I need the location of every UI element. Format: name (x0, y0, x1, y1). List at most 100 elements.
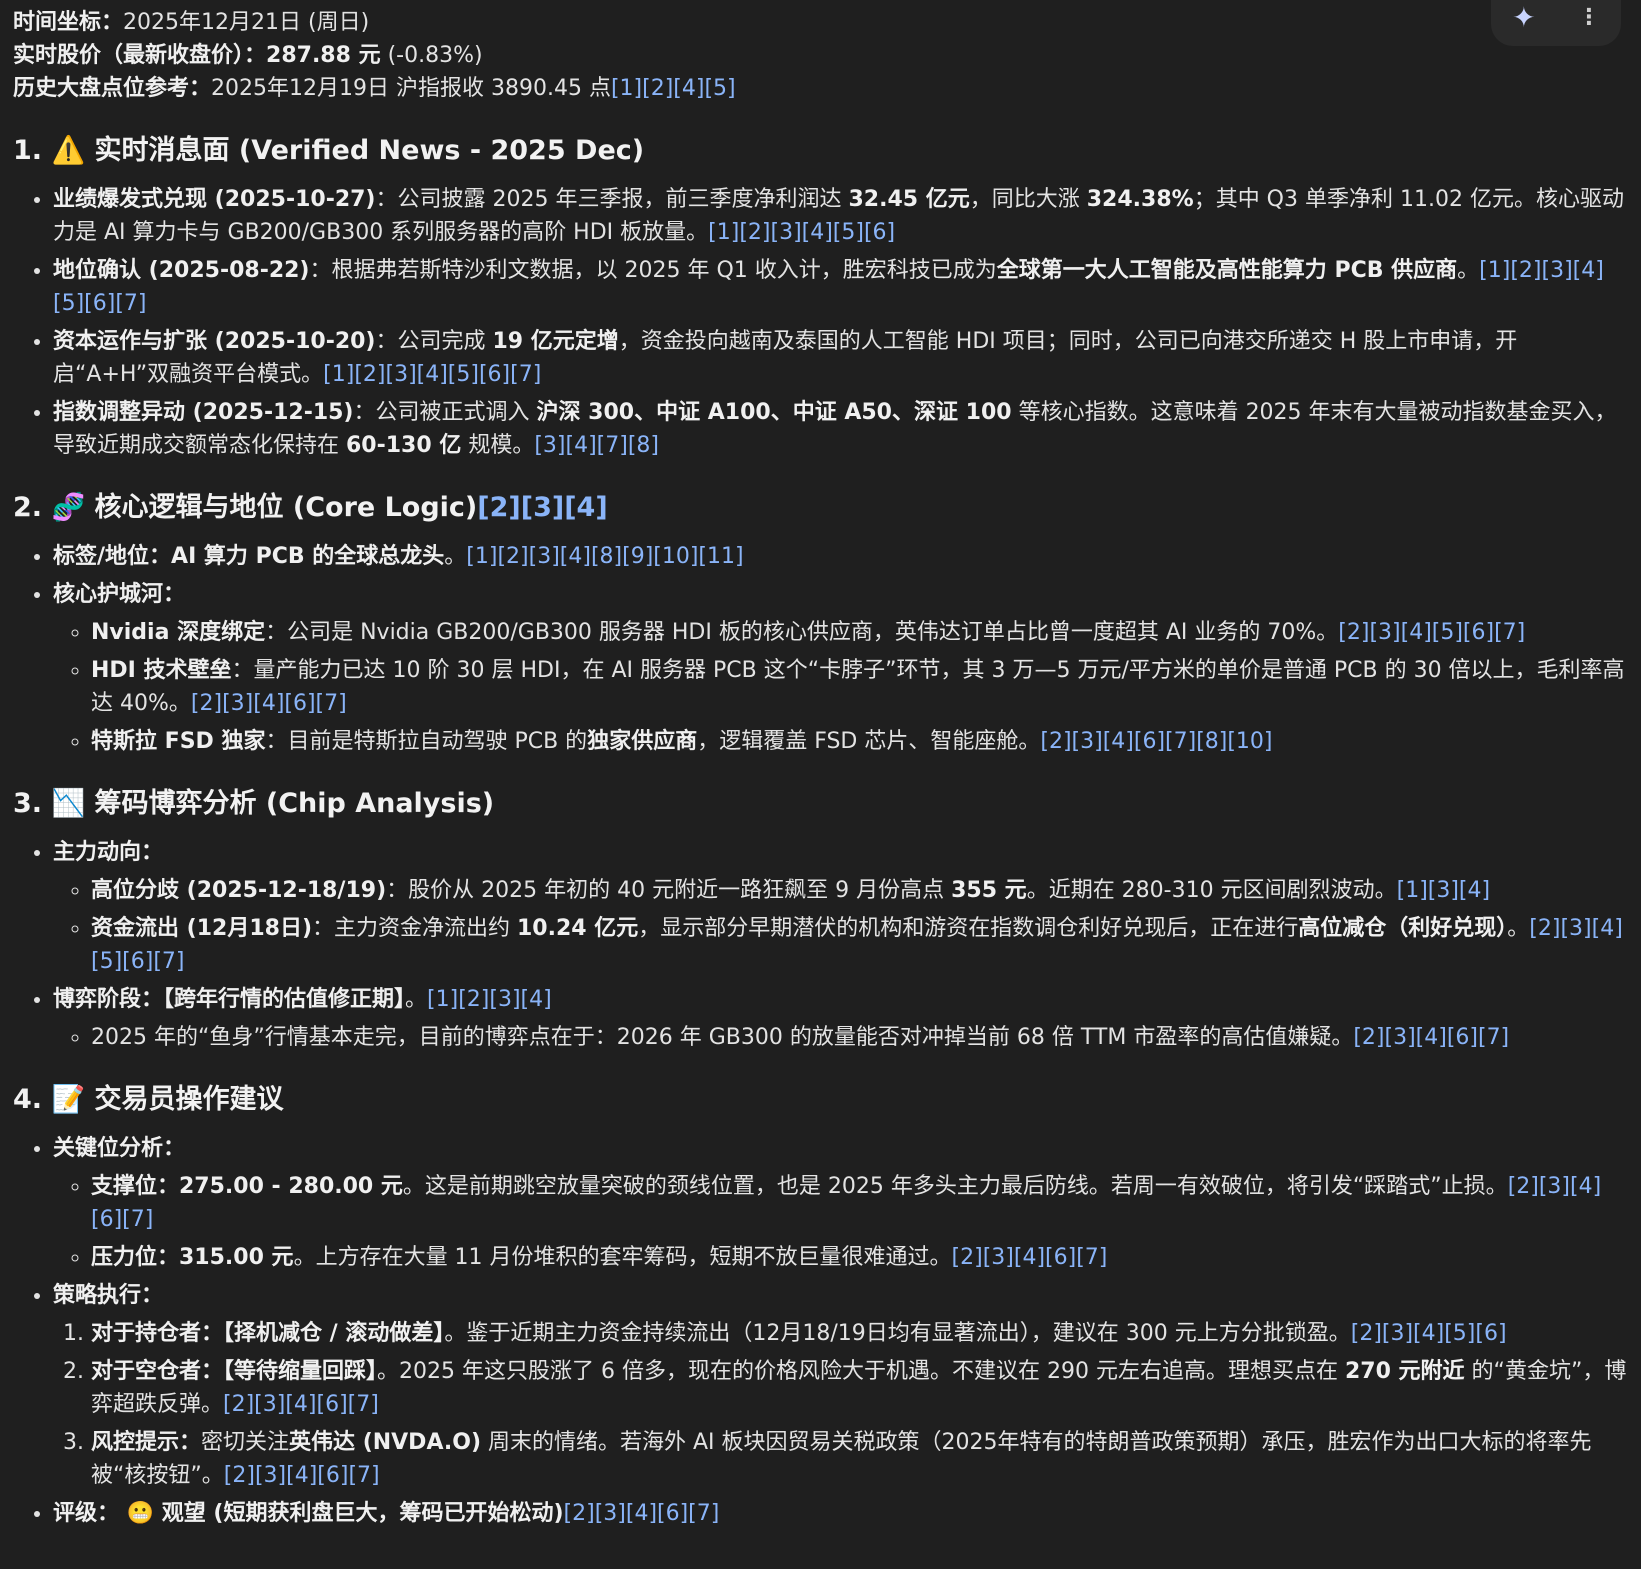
item-title: 资金流出 (12月18日) (91, 916, 312, 941)
main-force-sublist: 高位分歧 (2025-12-18/19)：股价从 2025 年初的 40 元附近… (53, 874, 1627, 978)
list-item: 标签/地位：AI 算力 PCB 的全球总龙头。[1][2][3][4][8][9… (53, 540, 1627, 573)
citation-links[interactable]: [1][2][3][4][5][6][7] (323, 362, 541, 387)
list-item: 资本运作与扩张 (2025-10-20)：公司完成 19 亿元定增，资金投向越南… (53, 325, 1627, 391)
citation-links[interactable]: [2][3][4][6][7] (224, 1463, 380, 1488)
list-item: 业绩爆发式兑现 (2025-10-27)：公司披露 2025 年三季报，前三季度… (53, 183, 1627, 249)
citation-links[interactable]: [2][3][4][6][7] (191, 691, 347, 716)
section-heading-news: 1. ⚠️ 实时消息面 (Verified News - 2025 Dec) (13, 135, 645, 166)
citation-links[interactable]: [2][3][4][6][7] (1353, 1025, 1509, 1050)
item-text: ：目前是特斯拉自动驾驶 PCB 的 (265, 729, 588, 754)
time-line: 时间坐标：2025年12月21日 (周日) (13, 6, 1627, 39)
item-text: ：主力资金净流出约 (312, 916, 517, 941)
list-item: 地位确认 (2025-08-22)：根据弗若斯特沙利文数据，以 2025 年 Q… (53, 254, 1627, 320)
list-item: 策略执行： 对于持仓者：【择机减仓 / 滚动做差】。鉴于近期主力资金持续流出（1… (53, 1279, 1627, 1492)
list-item: 资金流出 (12月18日)：主力资金净流出约 10.24 亿元，显示部分早期潜伏… (91, 912, 1627, 978)
grimace-emoji-icon: 😬 (126, 1501, 155, 1526)
list-item: 特斯拉 FSD 独家：目前是特斯拉自动驾驶 PCB 的独家供应商，逻辑覆盖 FS… (91, 725, 1627, 758)
price-line: 实时股价（最新收盘价）：287.88 元 (-0.83%) (13, 39, 1627, 72)
item-bold: 沪深 300、中证 A100、中证 A50、深证 100 (536, 400, 1012, 425)
item-text: ，同比大涨 (969, 187, 1087, 212)
item-title: 资本运作与扩张 (2025-10-20) (53, 329, 376, 354)
citation-links[interactable]: [2][3][4][5][6][7] (1338, 620, 1525, 645)
item-bold: 32.45 亿元 (848, 187, 970, 212)
item-title: 对于持仓者：【择机减仓 / 滚动做差】 (91, 1321, 445, 1346)
citation-links[interactable]: [1][2][3][4] (427, 987, 552, 1012)
core-logic-list: 标签/地位：AI 算力 PCB 的全球总龙头。[1][2][3][4][8][9… (13, 540, 1627, 758)
list-item: 指数调整异动 (2025-12-15)：公司被正式调入 沪深 300、中证 A1… (53, 396, 1627, 462)
item-text: ：公司完成 (375, 329, 493, 354)
list-item: 风控提示：密切关注英伟达 (NVDA.O) 周末的情绪。若海外 AI 板块因贸易… (91, 1426, 1627, 1492)
item-title: HDI 技术壁垒 (91, 658, 232, 683)
item-text: 。上方存在大量 11 月份堆积的套牢筹码，短期不放巨量很难通过。 (293, 1245, 952, 1270)
citation-links[interactable]: [2][3][4][5][6] (1351, 1321, 1507, 1346)
item-title: 地位确认 (2025-08-22) (53, 258, 310, 283)
time-label: 时间坐标： (13, 10, 124, 35)
item-bold: 60-130 亿 (346, 433, 462, 458)
item-title: 对于空仓者：【等待缩量回踩】 (91, 1359, 378, 1384)
response-toolbar: ✦ ⋮ (1491, 0, 1621, 46)
news-list: 业绩爆发式兑现 (2025-10-27)：公司披露 2025 年三季报，前三季度… (13, 183, 1627, 462)
item-title: 业绩爆发式兑现 (2025-10-27) (53, 187, 376, 212)
list-item: 对于空仓者：【等待缩量回踩】。2025 年这只股涨了 6 倍多，现在的价格风险大… (91, 1355, 1627, 1421)
index-label: 历史大盘点位参考： (13, 76, 212, 101)
time-value: 2025年12月21日 (周日) (123, 10, 370, 35)
item-text: ： (141, 840, 164, 865)
citation-links[interactable]: [2][3][4][6][7][8][10] (1040, 729, 1272, 754)
citation-links[interactable]: [1][2][3][4][8][9][10][11] (466, 544, 743, 569)
item-bold: 324.38% (1086, 187, 1194, 212)
item-bold: 全球第一大人工智能及高性能算力 PCB 供应商 (996, 258, 1458, 283)
item-text: ，显示部分早期潜伏的机构和游资在指数调仓利好兑现后，正在进行 (638, 916, 1299, 941)
item-text: 。 (405, 987, 428, 1012)
citation-links[interactable]: [2][3][4][6][7] (952, 1245, 1108, 1270)
item-text: ：公司被正式调入 (353, 400, 537, 425)
item-text: ： (97, 1501, 127, 1526)
trader-advice-list: 关键位分析： 支撑位：275.00 - 280.00 元。这是前期跳空放量突破的… (13, 1132, 1627, 1530)
item-text: ：根据弗若斯特沙利文数据，以 2025 年 Q1 收入计，胜宏科技已成为 (309, 258, 997, 283)
chip-analysis-list: 主力动向： 高位分歧 (2025-12-18/19)：股价从 2025 年初的 … (13, 836, 1627, 1054)
index-value: 2025年12月19日 沪指报收 3890.45 点 (211, 76, 611, 101)
item-bold: 355 元 (951, 878, 1027, 903)
item-title: 特斯拉 FSD 独家 (91, 729, 266, 754)
item-bold: 观望 (短期获利盘巨大，筹码已开始松动) (154, 1501, 564, 1526)
item-title: 博弈阶段 (53, 987, 142, 1012)
list-item: 对于持仓者：【择机减仓 / 滚动做差】。鉴于近期主力资金持续流出（12月18/1… (91, 1317, 1627, 1350)
item-bold: 10.24 亿元 (517, 916, 639, 941)
section-heading-chip-analysis: 3. 📉 筹码博弈分析 (Chip Analysis) (13, 788, 495, 819)
citation-links[interactable]: [1][2][3][4][5][6] (708, 220, 895, 245)
item-bold: ：【跨年行情的估值修正期】 (141, 987, 406, 1012)
citation-links[interactable]: [1][2][4][5] (611, 76, 736, 101)
item-text: 。这是前期跳空放量突破的颈线位置，也是 2025 年多头主力最后防线。若周一有效… (402, 1174, 1508, 1199)
price-label: 实时股价（最新收盘价）： (13, 43, 267, 68)
section-heading-trader-advice: 4. 📝 交易员操作建议 (13, 1084, 284, 1115)
key-level-sublist: 支撑位：275.00 - 280.00 元。这是前期跳空放量突破的颈线位置，也是… (53, 1170, 1627, 1274)
list-item: Nvidia 深度绑定：公司是 Nvidia GB200/GB300 服务器 H… (91, 616, 1627, 649)
citation-links[interactable]: [3][4][7][8] (534, 433, 659, 458)
item-text: 。 (1507, 916, 1530, 941)
item-text: ： (141, 1283, 164, 1308)
item-text: ： (163, 1136, 186, 1161)
item-bold: 19 亿元定增 (492, 329, 619, 354)
citation-links[interactable]: [2][3][4][6][7] (564, 1501, 720, 1526)
list-item: 高位分歧 (2025-12-18/19)：股价从 2025 年初的 40 元附近… (91, 874, 1627, 907)
citation-links[interactable]: [2][3][4] (477, 492, 607, 523)
citation-links[interactable]: [2][3][4][6][7] (223, 1392, 379, 1417)
item-bold: 英伟达 (NVDA.O) (289, 1430, 481, 1455)
sparkle-icon[interactable]: ✦ (1512, 1, 1535, 34)
item-title: 核心护城河 (53, 582, 164, 607)
item-title: 支撑位：275.00 - 280.00 元 (91, 1174, 403, 1199)
item-title: 评级 (53, 1501, 98, 1526)
item-bold: 高位减仓（利好兑现） (1298, 916, 1508, 941)
more-options-icon[interactable]: ⋮ (1578, 1, 1600, 34)
item-bold: 270 元附近 (1344, 1359, 1465, 1384)
section-heading-core-logic: 2. 🧬 核心逻辑与地位 (Core Logic)[2][3][4] (13, 488, 1627, 528)
citation-links[interactable]: [1][3][4] (1397, 878, 1491, 903)
item-text: ：公司是 Nvidia GB200/GB300 服务器 HDI 板的核心供应商，… (265, 620, 1339, 645)
item-text: 。2025 年这只股涨了 6 倍多，现在的价格风险大于机遇。不建议在 290 元… (377, 1359, 1345, 1384)
item-title: 指数调整异动 (2025-12-15) (53, 400, 354, 425)
response-content: ✦ ⋮ 时间坐标：2025年12月21日 (周日) 实时股价（最新收盘价）：28… (0, 0, 1641, 1530)
item-text: 。近期在 280-310 元区间剧烈波动。 (1026, 878, 1397, 903)
list-item: HDI 技术壁垒：量产能力已达 10 阶 30 层 HDI，在 AI 服务器 P… (91, 654, 1627, 720)
item-text: ： (163, 582, 186, 607)
item-title: 风控提示： (91, 1430, 202, 1455)
item-title: 标签/地位 (53, 544, 150, 569)
